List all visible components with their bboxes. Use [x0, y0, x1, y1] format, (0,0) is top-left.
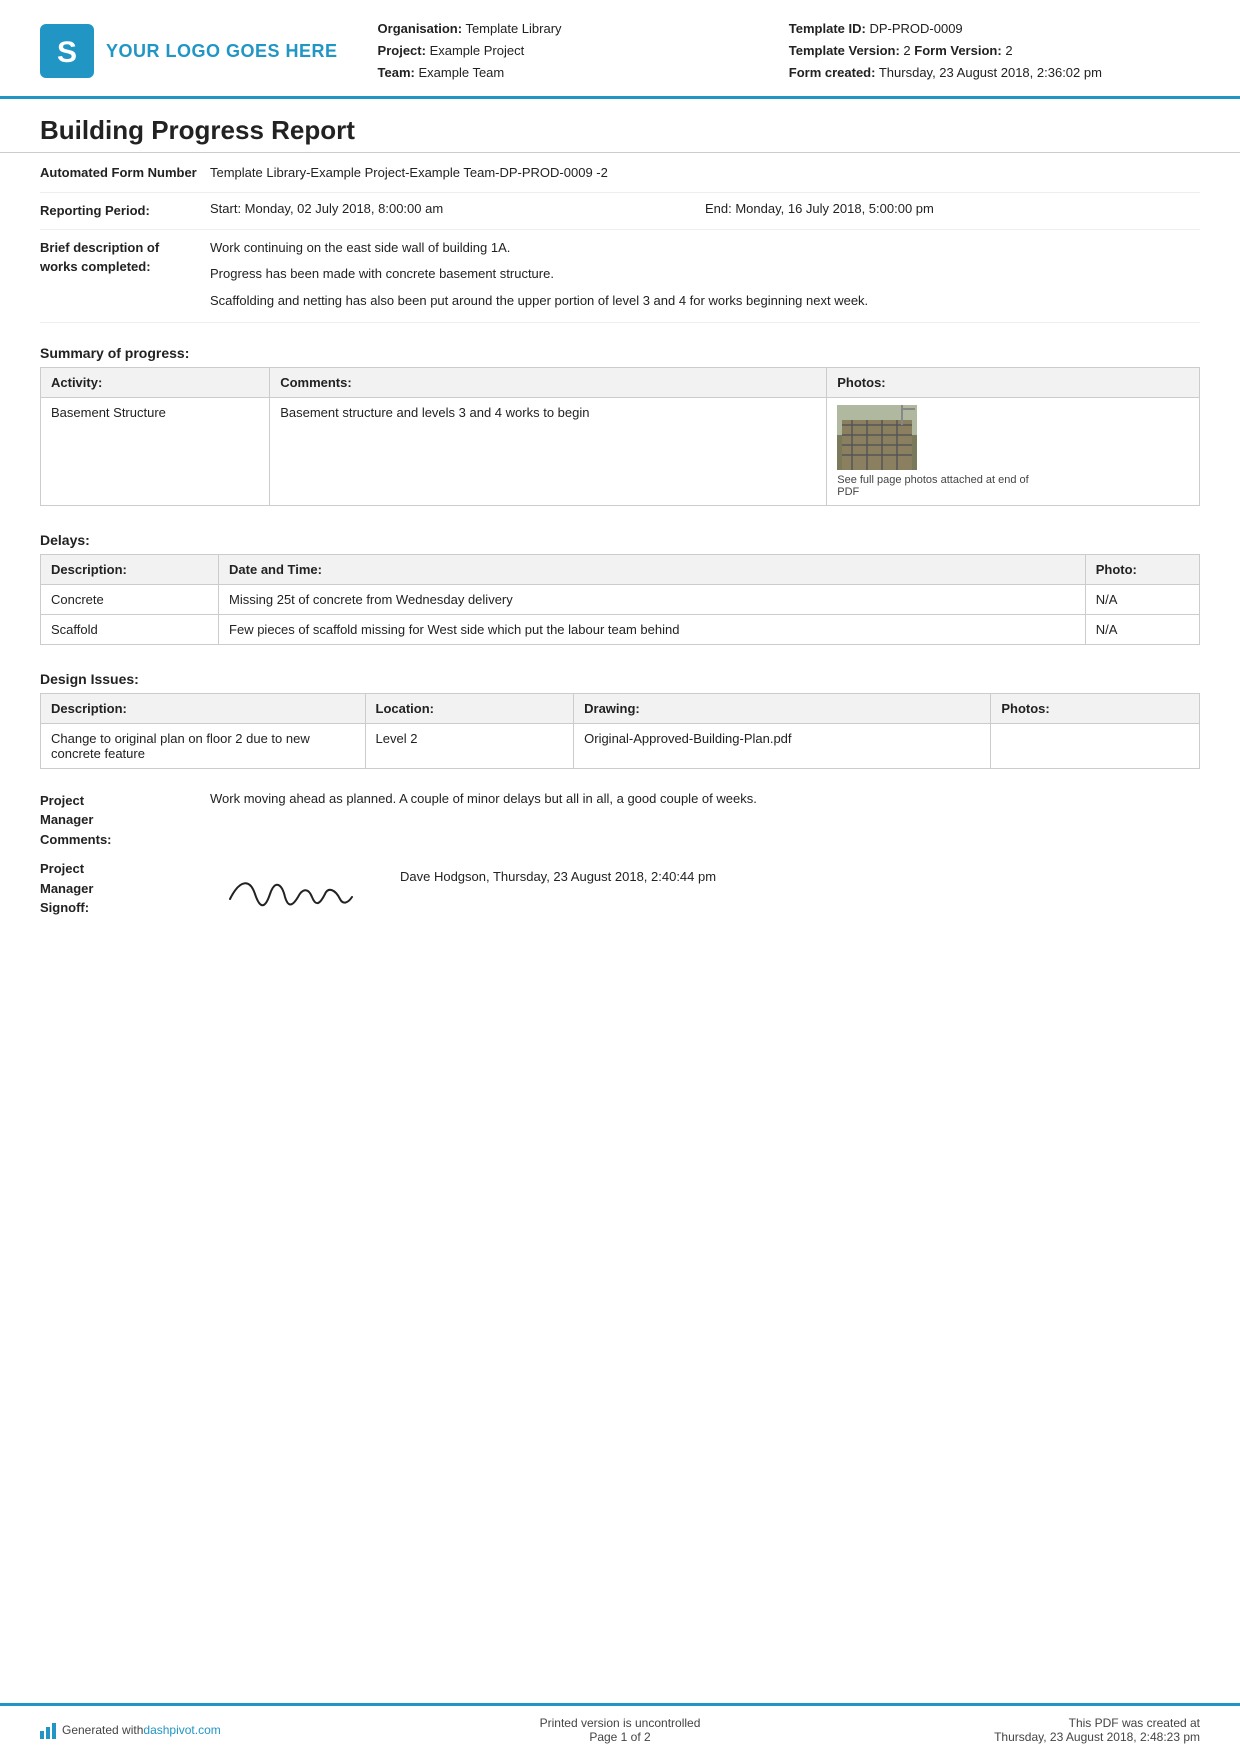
design-issues-title: Design Issues:	[0, 657, 1240, 693]
footer-center-line1: Printed version is uncontrolled	[427, 1716, 814, 1730]
delays-col-photo: Photo:	[1085, 554, 1199, 584]
logo-icon: S	[40, 24, 94, 78]
project-line: Project: Example Project	[378, 40, 789, 62]
summary-table-wrapper: Activity: Comments: Photos: Basement Str…	[0, 367, 1240, 518]
design-issues-table: Description: Location: Drawing: Photos: …	[40, 693, 1200, 769]
footer-left: Generated with dashpivot.com	[40, 1721, 427, 1739]
design-col-location: Location:	[365, 693, 574, 723]
design-drawing-1: Original-Approved-Building-Plan.pdf	[574, 723, 991, 768]
summary-title: Summary of progress:	[0, 331, 1240, 367]
photo-thumb	[837, 405, 917, 470]
reporting-period-values: Start: Monday, 02 July 2018, 8:00:00 am …	[210, 201, 1200, 221]
footer-right-line1: This PDF was created at	[813, 1716, 1200, 1730]
summary-col-activity: Activity:	[41, 367, 270, 397]
pm-comments-value: Work moving ahead as planned. A couple o…	[210, 791, 1200, 850]
template-id-line: Template ID: DP-PROD-0009	[789, 18, 1200, 40]
design-col-drawing: Drawing:	[574, 693, 991, 723]
design-issues-table-wrapper: Description: Location: Drawing: Photos: …	[0, 693, 1240, 781]
team-line: Team: Example Team	[378, 62, 789, 84]
table-row: Scaffold Few pieces of scaffold missing …	[41, 614, 1200, 644]
form-number-row: Automated Form Number Template Library-E…	[40, 163, 1200, 193]
summary-comments-cell: Basement structure and levels 3 and 4 wo…	[270, 397, 827, 505]
footer-center: Printed version is uncontrolled Page 1 o…	[427, 1716, 814, 1744]
design-col-photos: Photos:	[991, 693, 1200, 723]
pm-comments-label: ProjectManagerComments:	[40, 791, 210, 850]
reporting-period-label: Reporting Period:	[40, 201, 210, 221]
reporting-period-row: Reporting Period: Start: Monday, 02 July…	[40, 201, 1200, 230]
summary-activity-cell: Basement Structure	[41, 397, 270, 505]
signature-svg	[210, 859, 370, 919]
summary-table: Activity: Comments: Photos: Basement Str…	[40, 367, 1200, 506]
header-meta-right: Template ID: DP-PROD-0009 Template Versi…	[789, 18, 1200, 84]
brief-desc-line-3: Scaffolding and netting has also been pu…	[210, 291, 1200, 312]
delay-description-1: Concrete	[41, 584, 219, 614]
header-meta-center: Organisation: Template Library Project: …	[378, 18, 789, 84]
design-description-1: Change to original plan on floor 2 due t…	[41, 723, 366, 768]
pm-signoff-label: ProjectManagerSignoff:	[40, 859, 210, 918]
delay-datetime-2: Few pieces of scaffold missing for West …	[219, 614, 1086, 644]
summary-col-photos: Photos:	[827, 367, 1200, 397]
brief-description-row: Brief description of works completed: Wo…	[40, 238, 1200, 323]
brief-description-label: Brief description of works completed:	[40, 238, 210, 312]
delay-datetime-1: Missing 25t of concrete from Wednesday d…	[219, 584, 1086, 614]
pm-section: ProjectManagerComments: Work moving ahea…	[0, 781, 1240, 938]
delay-photo-1: N/A	[1085, 584, 1199, 614]
org-line: Organisation: Template Library	[378, 18, 789, 40]
dashpivot-icon	[40, 1721, 56, 1739]
delays-title: Delays:	[0, 518, 1240, 554]
photo-cell: See full page photos attached at end of …	[837, 405, 1189, 498]
fields-section: Automated Form Number Template Library-E…	[0, 153, 1240, 331]
photo-caption: See full page photos attached at end of …	[837, 474, 1037, 498]
pm-signoff-row: ProjectManagerSignoff: Dave Hodgson, Thu…	[40, 859, 1200, 919]
reporting-start: Start: Monday, 02 July 2018, 8:00:00 am	[210, 201, 705, 221]
footer-right: This PDF was created at Thursday, 23 Aug…	[813, 1716, 1200, 1744]
pm-comments-row: ProjectManagerComments: Work moving ahea…	[40, 791, 1200, 850]
footer: Generated with dashpivot.com Printed ver…	[0, 1703, 1240, 1754]
report-title: Building Progress Report	[40, 115, 1200, 146]
form-number-value: Template Library-Example Project-Example…	[210, 163, 1200, 184]
summary-col-comments: Comments:	[270, 367, 827, 397]
building-photo-svg	[837, 405, 917, 470]
footer-center-line2: Page 1 of 2	[427, 1730, 814, 1744]
table-row: Basement Structure Basement structure an…	[41, 397, 1200, 505]
dashpivot-link[interactable]: dashpivot.com	[143, 1723, 220, 1737]
design-photos-1	[991, 723, 1200, 768]
svg-text:S: S	[57, 36, 77, 69]
delays-col-description: Description:	[41, 554, 219, 584]
form-number-label: Automated Form Number	[40, 163, 210, 184]
table-row: Concrete Missing 25t of concrete from We…	[41, 584, 1200, 614]
brief-desc-line-1: Work continuing on the east side wall of…	[210, 238, 1200, 259]
brief-desc-line-2: Progress has been made with concrete bas…	[210, 264, 1200, 285]
template-version-line: Template Version: 2 Form Version: 2	[789, 40, 1200, 62]
form-created-line: Form created: Thursday, 23 August 2018, …	[789, 62, 1200, 84]
signoff-content: Dave Hodgson, Thursday, 23 August 2018, …	[210, 859, 1200, 919]
reporting-end: End: Monday, 16 July 2018, 5:00:00 pm	[705, 201, 1200, 221]
generated-text: Generated with	[62, 1723, 143, 1737]
footer-right-line2: Thursday, 23 August 2018, 2:48:23 pm	[813, 1730, 1200, 1744]
delay-photo-2: N/A	[1085, 614, 1199, 644]
delays-col-datetime: Date and Time:	[219, 554, 1086, 584]
report-title-section: Building Progress Report	[0, 99, 1240, 153]
design-col-description: Description:	[41, 693, 366, 723]
delays-table: Description: Date and Time: Photo: Concr…	[40, 554, 1200, 645]
logo-text: YOUR LOGO GOES HERE	[106, 41, 338, 62]
delays-table-wrapper: Description: Date and Time: Photo: Concr…	[0, 554, 1240, 657]
design-location-1: Level 2	[365, 723, 574, 768]
logo-area: S YOUR LOGO GOES HERE	[40, 18, 338, 84]
header: S YOUR LOGO GOES HERE Organisation: Temp…	[0, 0, 1240, 99]
summary-photos-cell: See full page photos attached at end of …	[827, 397, 1200, 505]
table-row: Change to original plan on floor 2 due t…	[41, 723, 1200, 768]
brief-description-value: Work continuing on the east side wall of…	[210, 238, 1200, 312]
pm-signoff-name: Dave Hodgson, Thursday, 23 August 2018, …	[400, 859, 716, 884]
delay-description-2: Scaffold	[41, 614, 219, 644]
